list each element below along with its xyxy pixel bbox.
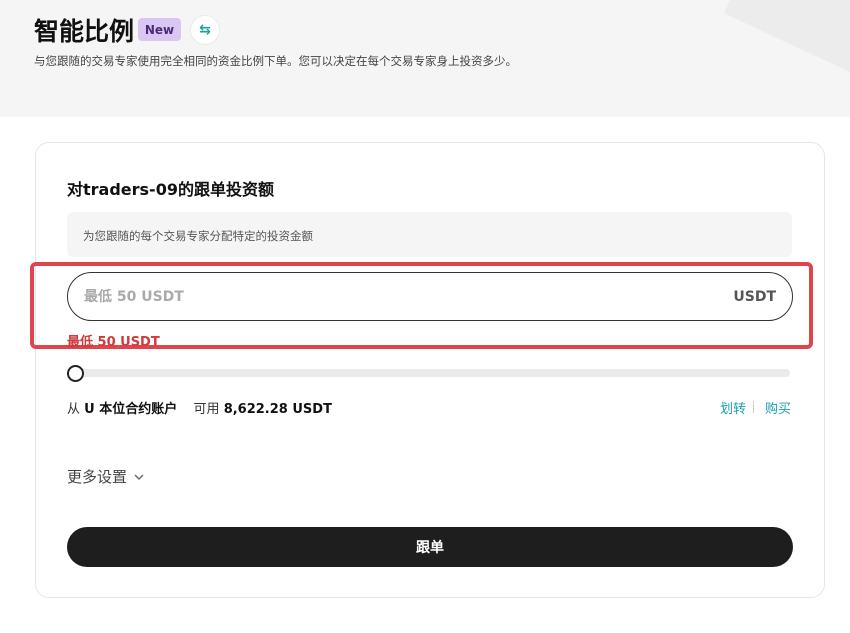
amount-input[interactable] [84,288,734,305]
amount-slider-thumb[interactable] [67,365,84,382]
page-subtitle: 与您跟随的交易专家使用完全相同的资金比例下单。您可以决定在每个交易专家身上投资多… [34,54,517,68]
link-divider [753,401,754,413]
more-settings-label: 更多设置 [67,468,128,486]
account-source-prefix: 从 [67,402,81,417]
investment-hint: 为您跟随的每个交易专家分配特定的投资金额 [67,212,792,257]
corner-decoration [723,0,850,77]
amount-slider-track[interactable] [72,369,790,377]
swap-mode-button[interactable]: ⇆ [190,15,220,45]
investment-title: 对traders-09的跟单投资额 [67,180,274,199]
available-amount: 8,622.28 USDT [223,402,332,417]
amount-error: 最低 50 USDT [67,335,160,350]
available-label: 可用 [193,402,220,417]
follow-button[interactable]: 跟单 [67,527,793,567]
page-title: 智能比例 [34,17,135,46]
chevron-down-icon [134,474,144,480]
account-info: 从 U 本位合约账户 可用 8,622.28 USDT [67,398,332,417]
amount-unit: USDT [733,288,776,305]
account-source-name: U 本位合约账户 [84,402,178,417]
swap-arrows-icon: ⇆ [199,22,211,38]
more-settings-toggle[interactable]: 更多设置 [67,466,145,487]
buy-link[interactable]: 购买 [765,398,791,417]
transfer-link[interactable]: 划转 [720,398,746,417]
new-badge: New [138,18,181,41]
amount-field[interactable]: USDT [67,272,793,321]
